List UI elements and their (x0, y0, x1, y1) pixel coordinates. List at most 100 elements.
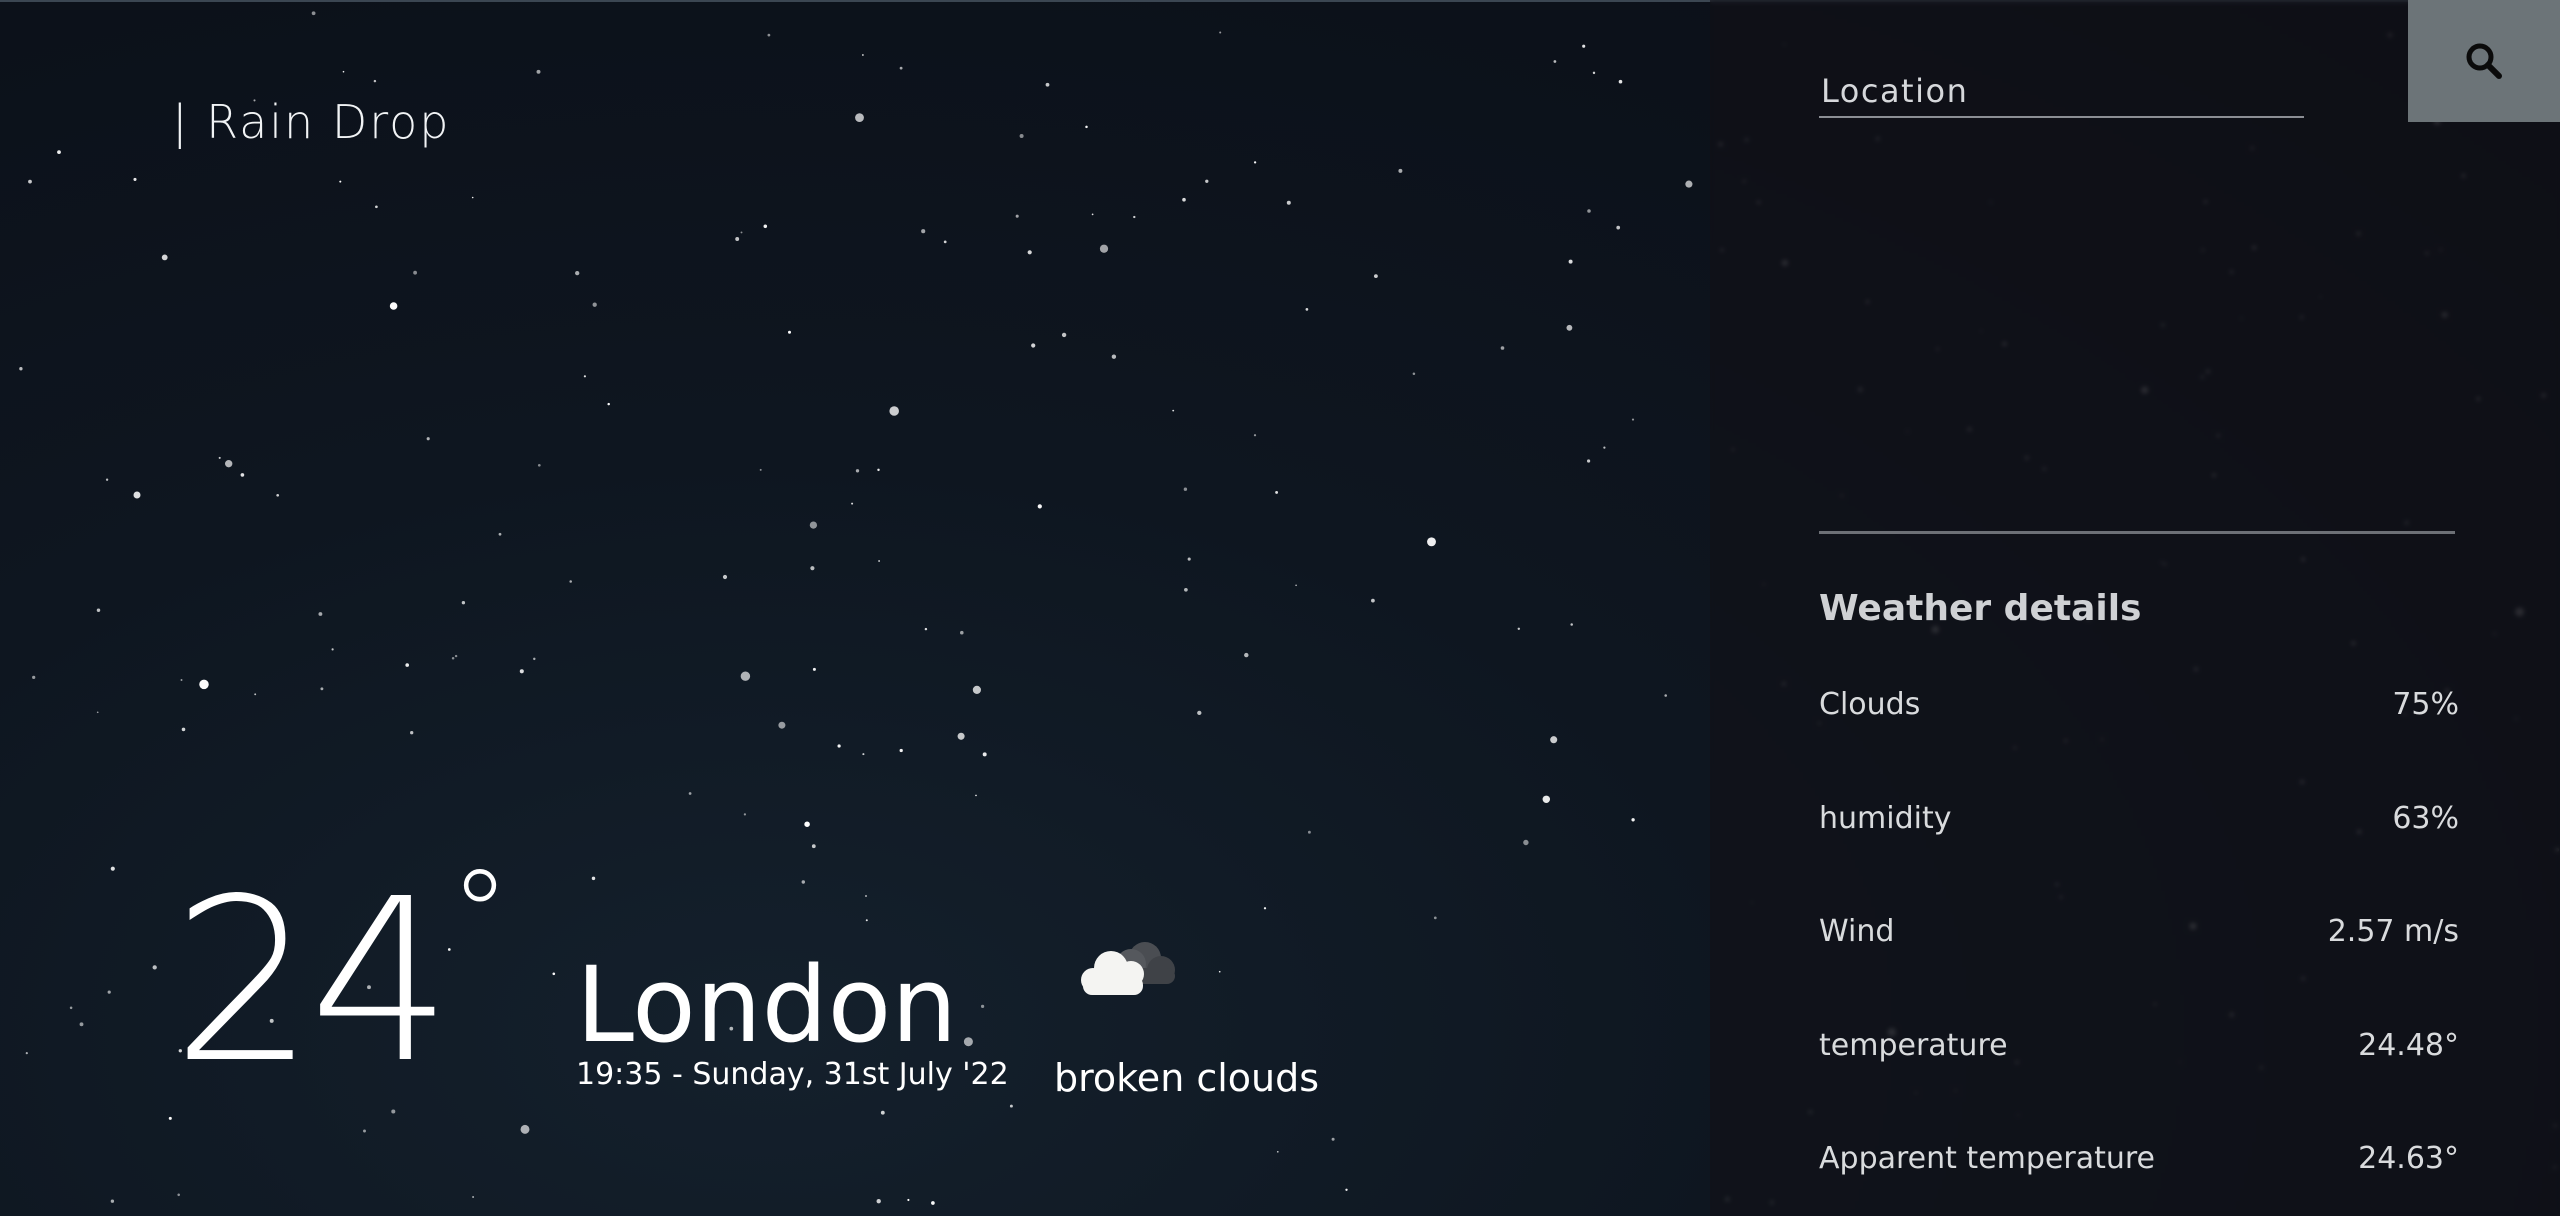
star (1276, 1150, 1279, 1153)
star (804, 821, 810, 827)
star (389, 302, 398, 310)
star (788, 330, 791, 334)
detail-value: 63% (2392, 800, 2459, 836)
broken-clouds-icon (1081, 942, 1175, 995)
star (811, 844, 816, 849)
panel-divider (1819, 531, 2455, 534)
star (1517, 627, 1521, 631)
star (809, 521, 818, 529)
star (851, 502, 854, 505)
star (1085, 125, 1088, 129)
star (342, 70, 345, 73)
star (28, 179, 32, 184)
detail-label: humidity (1819, 800, 1952, 836)
star (740, 231, 743, 234)
detail-label: Clouds (1819, 686, 1921, 722)
star (199, 679, 209, 690)
detail-value: 24.63° (2358, 1140, 2459, 1176)
star (607, 402, 610, 406)
star (451, 656, 455, 660)
star (899, 66, 903, 70)
star (722, 574, 728, 580)
star (1616, 225, 1621, 230)
current-weather: 24 ° London 19:35 - Sunday, 31st July '2… (172, 851, 1372, 1130)
star (899, 748, 903, 753)
star (1187, 557, 1191, 561)
star (405, 663, 409, 667)
star (1685, 180, 1693, 188)
date-time: 19:35 - Sunday, 31st July '22 (576, 1057, 1009, 1092)
star (426, 437, 430, 441)
star (161, 254, 168, 261)
star (57, 150, 61, 154)
star (972, 685, 981, 694)
star (1205, 179, 1209, 183)
star (181, 727, 186, 732)
star (876, 1199, 881, 1204)
star (1631, 418, 1635, 421)
city-name: London (576, 944, 958, 1066)
star (536, 69, 541, 74)
star (1275, 490, 1279, 494)
star (318, 612, 323, 616)
detail-value: 24.48° (2358, 1027, 2459, 1063)
star (240, 473, 245, 477)
star (180, 679, 183, 681)
star (1219, 31, 1222, 34)
detail-label: temperature (1819, 1027, 2008, 1063)
degree-symbol: ° (450, 846, 510, 985)
star (1037, 504, 1042, 509)
star (1027, 250, 1032, 255)
star (1295, 584, 1297, 587)
star (533, 657, 536, 661)
weather-condition: broken clouds (1054, 1056, 1320, 1100)
star (1570, 623, 1573, 626)
star (1197, 710, 1202, 716)
star (105, 478, 109, 481)
star (1253, 161, 1257, 164)
star (331, 648, 334, 651)
star (69, 1006, 73, 1010)
star (960, 630, 964, 635)
star (1587, 209, 1591, 213)
star (592, 302, 597, 307)
detail-label: Wind (1819, 913, 1895, 949)
star (1433, 916, 1437, 920)
star (810, 566, 815, 571)
temperature-value: 24 (172, 851, 452, 1113)
star (225, 460, 233, 468)
star (943, 240, 947, 244)
star (759, 468, 762, 471)
star (763, 224, 768, 229)
star (1618, 79, 1623, 84)
star (878, 560, 880, 562)
star (1091, 213, 1094, 216)
star (110, 1199, 115, 1203)
star (1371, 598, 1375, 603)
star (1307, 830, 1311, 834)
star (877, 468, 880, 472)
star (498, 532, 502, 536)
star (1019, 134, 1024, 138)
star (133, 491, 141, 499)
star (889, 406, 899, 416)
star (152, 965, 157, 970)
search-button[interactable] (2408, 0, 2560, 122)
star (1172, 409, 1175, 412)
star (575, 270, 580, 276)
location-search-input[interactable] (1819, 66, 2304, 118)
star (1183, 487, 1188, 491)
star (1099, 244, 1109, 253)
star (25, 1052, 28, 1055)
star (767, 33, 771, 37)
star (1061, 332, 1067, 338)
star (931, 1201, 935, 1205)
star (1523, 839, 1529, 846)
star (1587, 459, 1591, 463)
star (1631, 818, 1635, 822)
star (735, 237, 740, 241)
star (1603, 446, 1606, 449)
star (975, 794, 977, 797)
star (96, 711, 99, 714)
detail-row-temperature: temperature 24.48° (1819, 1020, 2459, 1070)
